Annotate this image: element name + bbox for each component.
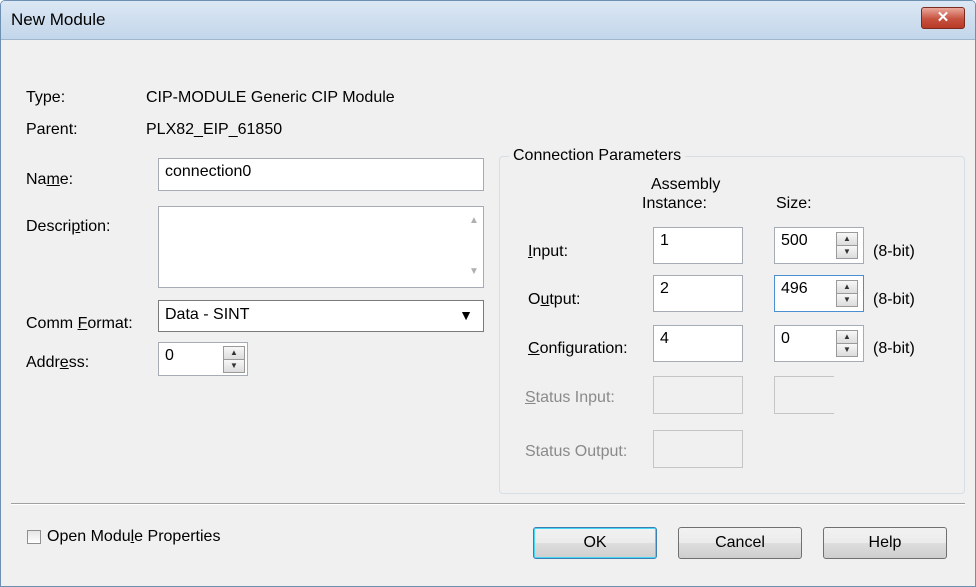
cancel-button[interactable]: Cancel: [678, 527, 802, 559]
output-instance-field[interactable]: 2: [653, 275, 743, 312]
footer-divider: [11, 503, 965, 505]
spin-up-icon[interactable]: ▲: [836, 232, 858, 246]
open-module-properties-label[interactable]: Open Module Properties: [47, 528, 220, 546]
size-header: Size:: [776, 195, 812, 212]
configuration-instance-field[interactable]: 4: [653, 325, 743, 362]
input-instance-field[interactable]: 1: [653, 227, 743, 264]
parent-value: PLX82_EIP_61850: [146, 121, 283, 138]
assembly-header-1: Assembly: [651, 176, 721, 193]
window-title: New Module: [11, 10, 106, 29]
comm-format-select[interactable]: Data - SINT ▼: [158, 300, 484, 332]
name-label: Name:: [26, 171, 74, 188]
assembly-header-2: Instance:: [642, 195, 707, 212]
name-input[interactable]: connection0: [158, 158, 484, 191]
spin-down-icon[interactable]: ▼: [836, 293, 858, 307]
status-input-label: Status Input:: [525, 389, 615, 406]
address-label: Address:: [26, 354, 90, 371]
status-output-instance-field: [653, 430, 743, 468]
output-row-label: Output:: [528, 291, 581, 308]
parent-label: Parent:: [26, 121, 78, 138]
type-value: CIP-MODULE Generic CIP Module: [146, 89, 395, 106]
scroll-down-icon[interactable]: ▼: [465, 266, 483, 277]
output-size-unit: (8-bit): [873, 291, 915, 308]
status-input-size-field: [774, 376, 834, 414]
comm-format-label: Comm Format:: [26, 315, 133, 332]
type-label: Type:: [26, 89, 66, 106]
spin-down-icon[interactable]: ▼: [836, 343, 858, 357]
configuration-size-unit: (8-bit): [873, 340, 915, 357]
ok-button[interactable]: OK: [533, 527, 657, 559]
description-scrollbar[interactable]: ▲ ▼: [465, 207, 483, 287]
status-input-instance-field: [653, 376, 743, 414]
scroll-up-icon[interactable]: ▲: [465, 215, 483, 226]
title-bar[interactable]: New Module ✕: [1, 1, 975, 40]
input-size-unit: (8-bit): [873, 243, 915, 260]
spin-down-icon[interactable]: ▼: [223, 359, 245, 373]
chevron-down-icon: ▼: [459, 307, 473, 323]
description-textarea[interactable]: ▲ ▼: [158, 206, 484, 288]
spin-up-icon[interactable]: ▲: [836, 280, 858, 294]
status-output-label: Status Output:: [525, 443, 628, 460]
open-module-properties-checkbox[interactable]: [27, 530, 41, 544]
connection-parameters-legend: Connection Parameters: [509, 147, 686, 165]
input-row-label: Input:: [528, 243, 569, 260]
spin-down-icon[interactable]: ▼: [836, 245, 858, 259]
spin-up-icon[interactable]: ▲: [223, 346, 245, 360]
help-button[interactable]: Help: [823, 527, 947, 559]
close-button[interactable]: ✕: [921, 7, 965, 29]
spin-up-icon[interactable]: ▲: [836, 330, 858, 344]
close-icon: ✕: [936, 9, 950, 26]
description-label: Description:: [26, 218, 111, 235]
configuration-row-label: Configuration:: [528, 340, 628, 357]
new-module-dialog: New Module ✕ Type: CIP-MODULE Generic CI…: [0, 0, 976, 587]
